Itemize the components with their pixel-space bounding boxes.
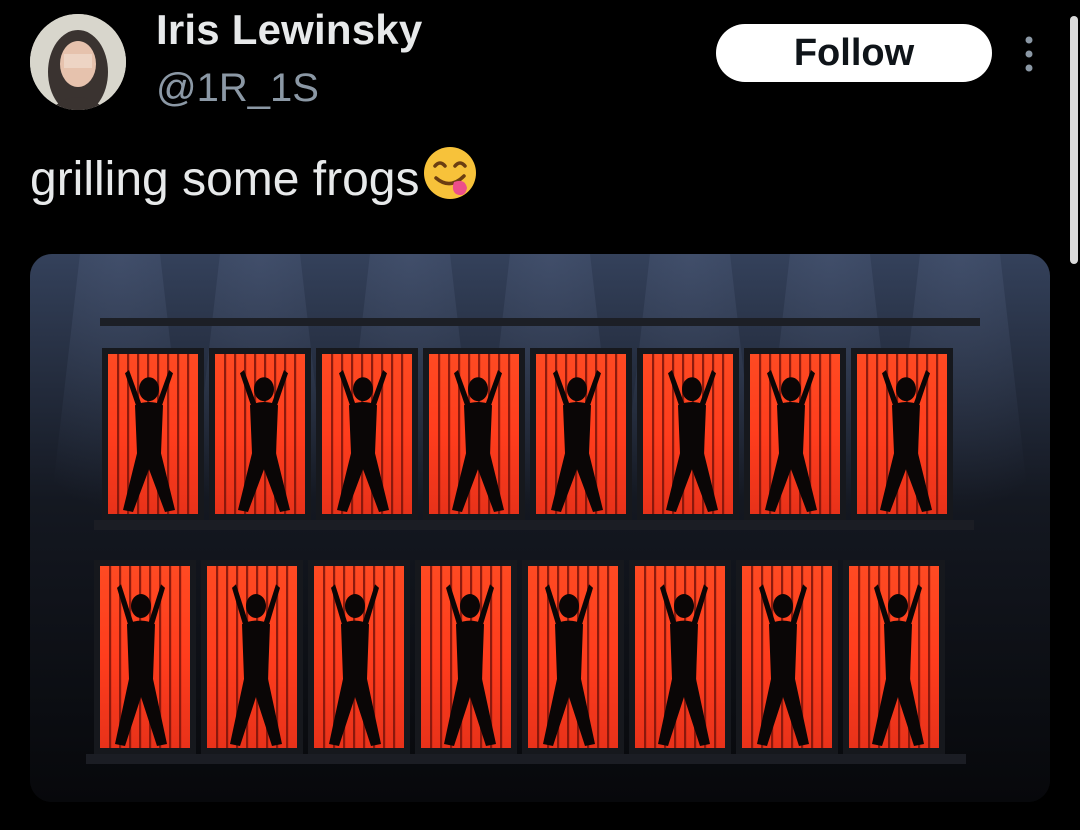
follow-button[interactable]: Follow	[716, 24, 992, 82]
tweet-text-content: grilling some frogs	[30, 152, 420, 206]
tweet-media[interactable]	[30, 254, 1050, 802]
more-vertical-icon	[1025, 36, 1033, 72]
face-savoring-food-icon	[421, 144, 479, 214]
stage-photo	[30, 254, 1050, 802]
profile-avatar-icon	[30, 14, 126, 110]
display-name[interactable]: Iris Lewinsky	[156, 6, 422, 54]
more-button[interactable]	[1014, 32, 1044, 76]
avatar[interactable]	[30, 14, 126, 110]
handle[interactable]: @1R_1S	[156, 66, 319, 111]
tweet-text: grilling some frogs	[30, 144, 479, 214]
scrollbar[interactable]	[1070, 16, 1078, 264]
